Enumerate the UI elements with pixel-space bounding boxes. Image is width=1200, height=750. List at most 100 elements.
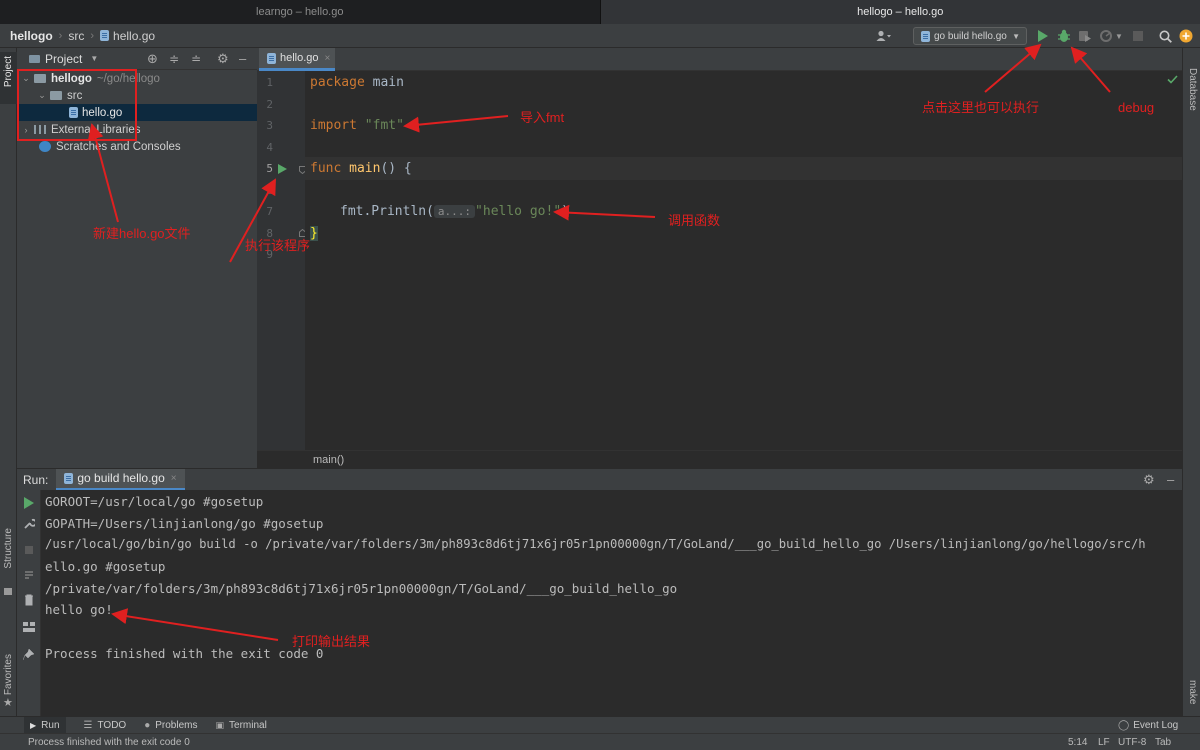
locate-icon[interactable]: ⊕ xyxy=(147,51,158,67)
tree-item-label: src xyxy=(67,89,83,102)
run-tab-go-build[interactable]: go build hello.go × xyxy=(56,468,185,491)
project-view-select[interactable]: Project xyxy=(45,52,82,66)
gear-icon[interactable]: ⚙ xyxy=(217,51,229,67)
tree-item-src[interactable]: ⌄ src xyxy=(17,87,257,104)
file-encoding[interactable]: UTF-8 xyxy=(1118,737,1146,748)
close-icon[interactable]: × xyxy=(325,53,331,64)
pin-icon[interactable] xyxy=(23,648,35,660)
console-line: hello go! xyxy=(45,602,113,617)
coverage-icon[interactable] xyxy=(1077,28,1093,44)
project-tool-label: Project xyxy=(3,56,14,88)
breadcrumb-file[interactable]: hello.go xyxy=(100,29,155,43)
go-file-icon xyxy=(100,30,110,41)
code-editor[interactable]: package main import "fmt" func main() { … xyxy=(305,71,1182,450)
line-number: 5 xyxy=(266,162,273,175)
code-text: fmt.Println( xyxy=(340,204,434,219)
folder-icon xyxy=(50,91,62,100)
project-view-icon xyxy=(29,54,40,63)
trash-icon[interactable] xyxy=(24,594,34,606)
console-line: GOPATH=/Users/linjianlong/go #gosetup xyxy=(45,516,324,531)
chevron-down-icon[interactable]: ▼ xyxy=(1114,28,1124,44)
gear-icon[interactable]: ⚙ xyxy=(1143,472,1155,488)
search-icon[interactable] xyxy=(1157,28,1173,44)
stop-button[interactable] xyxy=(1130,28,1146,44)
goland-window: learngo – hello.go hellogo – hello.go he… xyxy=(0,0,1200,750)
expand-all-icon[interactable]: ≑ xyxy=(169,52,179,66)
tree-item-label: Scratches and Consoles xyxy=(56,140,181,153)
bottom-tab-label: Problems xyxy=(155,719,198,731)
bottom-tab-terminal[interactable]: ▣ Terminal xyxy=(216,720,267,731)
info-icon: ● xyxy=(144,719,151,731)
updates-icon[interactable] xyxy=(1178,28,1194,44)
line-number: 1 xyxy=(266,76,273,89)
close-icon[interactable]: × xyxy=(171,473,177,484)
annotation-debug: debug xyxy=(1118,100,1155,115)
terminal-icon: ▣ xyxy=(215,719,225,730)
profiler-icon[interactable] xyxy=(1098,28,1114,44)
bottom-tab-event-log[interactable]: ◯ Event Log xyxy=(1118,720,1178,731)
console-line: /private/var/folders/3m/ph893c8d6tj71x6j… xyxy=(45,581,678,596)
breadcrumb-folder[interactable]: src xyxy=(68,29,84,43)
scroll-to-end-icon[interactable] xyxy=(23,570,35,582)
go-file-icon xyxy=(921,30,930,42)
structure-tool-button[interactable]: Structure xyxy=(3,528,14,569)
code-keyword: import xyxy=(310,118,357,133)
bottom-tab-label: Event Log xyxy=(1133,719,1179,731)
rerun-button[interactable] xyxy=(24,497,34,509)
layout-icon[interactable] xyxy=(23,622,35,632)
wrench-icon[interactable] xyxy=(23,518,35,530)
run-gutter-icon[interactable] xyxy=(278,164,287,174)
line-number: 7 xyxy=(266,205,273,218)
favorites-tool-button[interactable]: Favorites xyxy=(3,654,14,695)
chevron-down-icon[interactable]: ▼ xyxy=(90,54,98,63)
cursor-position[interactable]: 5:14 xyxy=(1068,737,1087,748)
status-message[interactable]: Process finished with the exit code 0 xyxy=(28,737,190,748)
window-tab-learngo[interactable]: learngo – hello.go xyxy=(0,0,600,24)
code-keyword: package xyxy=(310,75,365,90)
bottom-tool-bar: ▶ Run ☰ TODO ● Problems ▣ Terminal ◯ Eve… xyxy=(0,716,1200,734)
editor-breadcrumb[interactable]: main() xyxy=(257,450,1182,468)
chevron-right-icon: › xyxy=(90,29,95,42)
bottom-tab-problems[interactable]: ● Problems xyxy=(144,720,197,731)
line-separator[interactable]: LF xyxy=(1098,737,1110,748)
console-line: Process finished with the exit code 0 xyxy=(45,646,324,661)
breadcrumb-project[interactable]: hellogo xyxy=(10,29,53,43)
chevron-down-icon[interactable]: ⌄ xyxy=(37,90,47,101)
debug-button[interactable] xyxy=(1056,28,1072,44)
chevron-right-icon[interactable]: › xyxy=(21,125,31,135)
make-tool-button[interactable]: make xyxy=(1187,680,1198,704)
tree-item-scratches[interactable]: Scratches and Consoles xyxy=(17,138,257,155)
indent-setting[interactable]: Tab xyxy=(1155,737,1171,748)
minimize-icon[interactable]: – xyxy=(1167,472,1174,487)
stop-button[interactable] xyxy=(25,546,33,554)
run-panel-label: Run: xyxy=(23,472,49,487)
tree-item-label: hello.go xyxy=(82,106,123,119)
annotation-import-fmt: 导入fmt xyxy=(520,110,565,125)
tree-item-hello-go[interactable]: hello.go xyxy=(17,104,257,121)
tree-item-external-libraries[interactable]: › External Libraries xyxy=(17,121,257,138)
code-line: package main xyxy=(310,75,404,90)
tree-item-hellogo[interactable]: ⌄ hellogo ~/go/hellogo xyxy=(17,70,257,87)
bottom-tab-todo[interactable]: ☰ TODO xyxy=(84,720,127,731)
run-console[interactable]: GOROOT=/usr/local/go #gosetup GOPATH=/Us… xyxy=(41,490,1182,716)
console-line: GOROOT=/usr/local/go #gosetup xyxy=(45,494,264,509)
window-tab-hellogo[interactable]: hellogo – hello.go xyxy=(599,0,1200,24)
run-configuration-select[interactable]: go build hello.go ▼ xyxy=(913,27,1027,45)
editor-gutter: 1 2 3 4 5 6 7 8 9 xyxy=(257,71,306,450)
database-tool-button[interactable]: Database xyxy=(1187,68,1198,111)
chevron-down-icon[interactable]: ⌄ xyxy=(21,73,31,84)
editor-tab-hello-go[interactable]: hello.go × xyxy=(259,48,335,71)
user-icon[interactable] xyxy=(876,28,892,44)
run-button[interactable] xyxy=(1035,28,1051,44)
console-line: /usr/local/go/bin/go build -o /private/v… xyxy=(45,537,1146,551)
collapse-all-icon[interactable]: ≐ xyxy=(191,52,201,66)
right-tool-strip: Database make xyxy=(1182,48,1200,716)
breadcrumb-project-label: hellogo xyxy=(10,28,53,43)
run-tab-label: go build hello.go xyxy=(77,471,165,485)
bottom-tab-label: TODO xyxy=(97,719,127,731)
bottom-tab-run[interactable]: ▶ Run xyxy=(24,716,66,734)
project-tool-button[interactable]: Project xyxy=(0,52,17,104)
annotation-run-program: 执行该程序 xyxy=(245,238,311,253)
minimize-icon[interactable]: – xyxy=(239,51,246,66)
check-icon xyxy=(1167,75,1178,84)
